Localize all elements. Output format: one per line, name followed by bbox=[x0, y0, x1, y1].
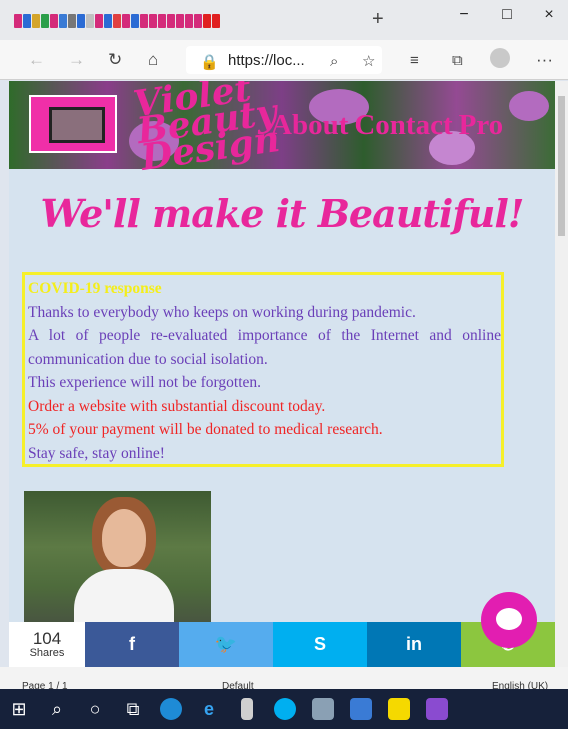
minimize-button[interactable]: − bbox=[441, 6, 487, 24]
share-count-number: 104 bbox=[32, 629, 62, 648]
linkedin-share-button[interactable]: in bbox=[367, 622, 461, 667]
slogan: We'll make it Beautiful! bbox=[40, 191, 525, 236]
share-count-label: Shares bbox=[29, 647, 65, 659]
covid-line: Thanks to everybody who keeps on working… bbox=[28, 303, 416, 321]
page-content: Violet Beauty Design About Contact Pro W… bbox=[9, 81, 555, 667]
lock-icon: 🔒 bbox=[200, 54, 219, 71]
visual-studio-icon[interactable] bbox=[418, 689, 456, 729]
covid-line: A lot of people re-evaluated importance … bbox=[28, 327, 501, 368]
taskbar: ⊞ ⌕ ○ ⧉ e bbox=[0, 689, 568, 729]
calculator-icon[interactable] bbox=[304, 689, 342, 729]
favorites-icon[interactable]: ≡ bbox=[410, 52, 419, 69]
covid-offer-line: 5% of your payment will be donated to me… bbox=[28, 421, 383, 438]
menu-products[interactable]: Pro bbox=[459, 109, 504, 142]
covid-notice: COVID-19 response Thanks to everybody wh… bbox=[22, 272, 504, 467]
zoom-icon[interactable]: ⌕ bbox=[330, 53, 338, 70]
cortana-icon[interactable]: ○ bbox=[76, 689, 114, 729]
task-view-icon[interactable]: ⧉ bbox=[114, 689, 152, 729]
menu-about[interactable]: About bbox=[271, 109, 348, 142]
menu-contact[interactable]: Contact bbox=[354, 109, 452, 142]
sticky-notes-icon[interactable] bbox=[380, 689, 418, 729]
skype-icon[interactable] bbox=[266, 689, 304, 729]
browser-window: + − □ × ← → ↻ ⌂ 🔒 https://loc... ⌕ ☆ ≡ ⧉… bbox=[0, 0, 568, 729]
twitter-share-button[interactable]: 🐦 bbox=[179, 622, 273, 667]
favorite-star-icon[interactable]: ☆ bbox=[362, 52, 375, 70]
facebook-share-button[interactable]: f bbox=[85, 622, 179, 667]
collections-icon[interactable]: ⧉ bbox=[452, 52, 463, 69]
horizontal-scrollbar[interactable] bbox=[0, 667, 568, 689]
photos-icon[interactable] bbox=[342, 689, 380, 729]
covid-offer-line: Order a website with substantial discoun… bbox=[28, 397, 326, 415]
forward-icon[interactable]: → bbox=[68, 50, 85, 70]
main-menu: About Contact Pro bbox=[271, 109, 503, 142]
search-icon[interactable]: ⌕ bbox=[38, 689, 76, 729]
url-text[interactable]: https://loc... bbox=[228, 52, 305, 69]
site-logo[interactable]: Violet Beauty Design bbox=[131, 81, 282, 179]
laptop-image[interactable] bbox=[29, 95, 117, 153]
edge-icon[interactable] bbox=[152, 689, 190, 729]
covid-line: This experience will not be forgotten. bbox=[28, 374, 262, 391]
covid-heading: COVID-19 response bbox=[28, 280, 162, 297]
scrollbar-thumb[interactable] bbox=[558, 96, 565, 236]
refresh-icon[interactable]: ↻ bbox=[108, 50, 122, 70]
mic-app-icon[interactable] bbox=[228, 689, 266, 729]
tab-strip[interactable] bbox=[14, 14, 220, 28]
share-bar: 104 Shares f 🐦 S in ✆ bbox=[9, 622, 555, 667]
more-menu-icon[interactable]: ··· bbox=[536, 50, 553, 70]
new-tab-button[interactable]: + bbox=[372, 8, 384, 31]
header-banner: Violet Beauty Design About Contact Pro bbox=[9, 81, 555, 179]
covid-closing: Stay safe, stay online! bbox=[28, 444, 165, 462]
close-button[interactable]: × bbox=[526, 6, 568, 24]
maximize-button[interactable]: □ bbox=[484, 6, 530, 24]
profile-avatar[interactable] bbox=[490, 48, 510, 68]
back-icon[interactable]: ← bbox=[28, 50, 45, 70]
share-count: 104 Shares bbox=[9, 622, 85, 667]
tab-bar: + − □ × bbox=[0, 0, 568, 40]
chat-bubble-button[interactable] bbox=[481, 592, 537, 648]
start-button[interactable]: ⊞ bbox=[0, 689, 38, 729]
ie-icon[interactable]: e bbox=[190, 689, 228, 729]
skype-share-button[interactable]: S bbox=[273, 622, 367, 667]
home-icon[interactable]: ⌂ bbox=[148, 50, 158, 70]
